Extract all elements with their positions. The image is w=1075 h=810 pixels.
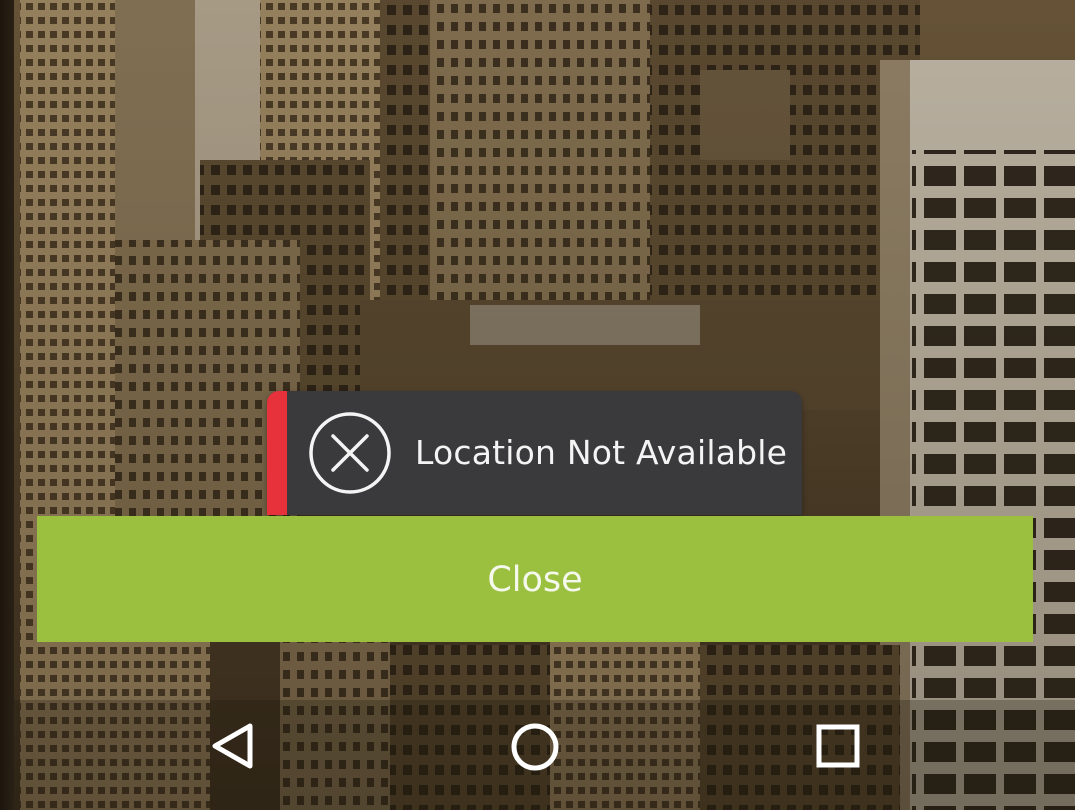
close-button[interactable]: Close [37, 516, 1033, 642]
home-circle-icon[interactable] [500, 710, 570, 780]
toast-message: Location Not Available [415, 433, 788, 472]
app-screen: Location Not Available Close [0, 0, 1075, 810]
circle-x-icon [309, 412, 391, 494]
recents-square-icon[interactable] [804, 710, 874, 780]
toast-accent-bar [267, 391, 287, 515]
back-triangle-icon[interactable] [198, 710, 268, 780]
navigation-bar [0, 680, 1075, 810]
error-toast: Location Not Available [267, 391, 802, 515]
